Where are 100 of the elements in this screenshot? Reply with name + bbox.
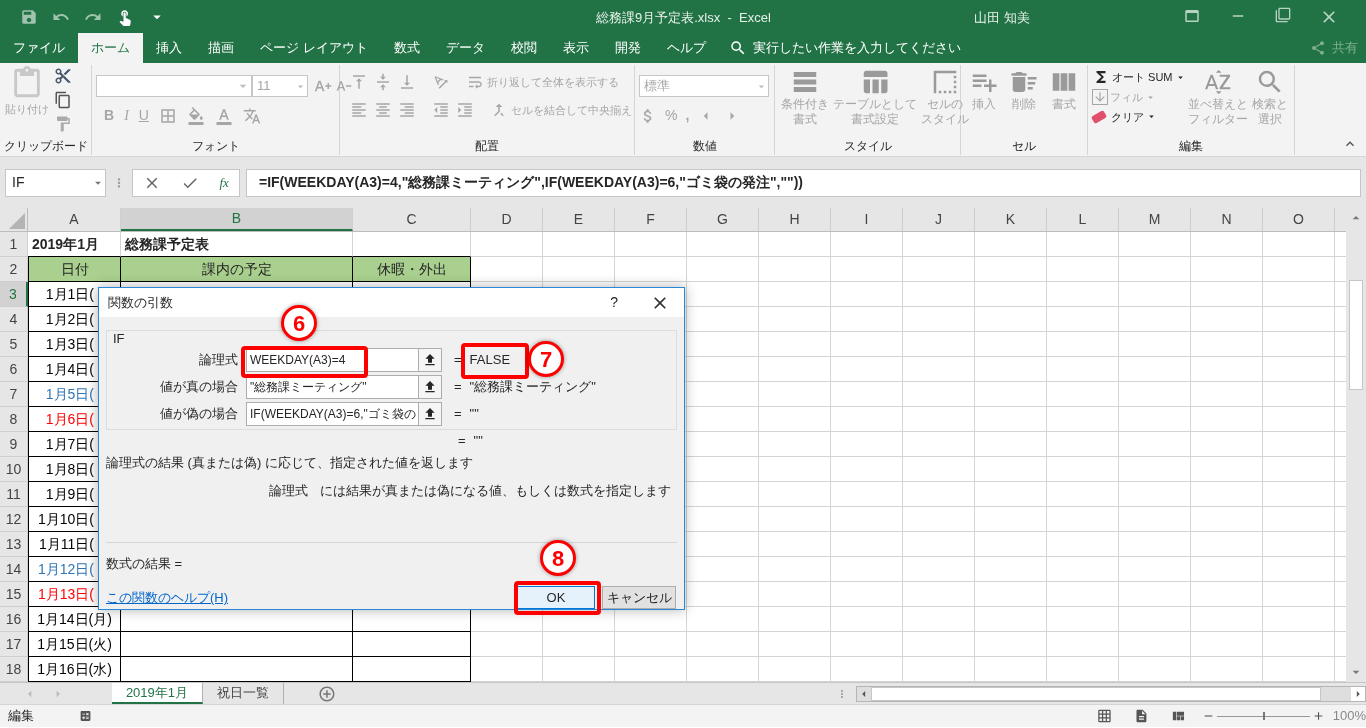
row-header[interactable]: 7: [0, 382, 28, 407]
column-header[interactable]: J: [903, 208, 975, 231]
name-box[interactable]: IF: [5, 168, 106, 197]
ribbon-tab[interactable]: ホーム: [78, 33, 143, 63]
row-header[interactable]: 1: [0, 232, 28, 257]
ribbon-tab[interactable]: 表示: [549, 33, 602, 63]
column-header[interactable]: E: [543, 208, 615, 231]
align-left-icon[interactable]: [350, 101, 368, 119]
row-header[interactable]: 15: [0, 582, 28, 607]
sheet-tab[interactable]: 祝日一覧: [203, 683, 285, 704]
collapse-button[interactable]: [419, 401, 442, 426]
column-header[interactable]: G: [687, 208, 759, 231]
zoom-thumb[interactable]: [1263, 712, 1266, 720]
column-header[interactable]: O: [1263, 208, 1335, 231]
empty-cell: [1119, 307, 1191, 332]
align-center-icon[interactable]: [374, 101, 392, 119]
column-header[interactable]: D: [471, 208, 543, 231]
align-top-icon[interactable]: [350, 73, 368, 91]
shrink-font-icon[interactable]: [336, 78, 352, 94]
collapse-button[interactable]: [419, 347, 442, 372]
column-header[interactable]: F: [615, 208, 687, 231]
empty-cell: [687, 457, 759, 482]
empty-cell: [687, 607, 759, 632]
row-header[interactable]: 8: [0, 407, 28, 432]
row-header[interactable]: 14: [0, 557, 28, 582]
ribbon-options-icon[interactable]: [1183, 7, 1201, 25]
scroll-thumb[interactable]: [1349, 280, 1363, 390]
orientation-icon[interactable]: [432, 73, 450, 91]
row-header[interactable]: 13: [0, 532, 28, 557]
font-name-field[interactable]: [96, 75, 252, 97]
scissors-icon[interactable]: [54, 67, 72, 85]
argument-field[interactable]: IF(WEEKDAY(A3)=6,"ゴミ袋の: [246, 401, 419, 426]
column-header[interactable]: M: [1119, 208, 1191, 231]
formula-field[interactable]: =IF(WEEKDAY(A3)=4,"総務課ミーティング",IF(WEEKDAY(A3)=6,"ゴミ袋の発注","")): [246, 168, 1361, 197]
empty-cell: [759, 382, 831, 407]
ribbon-tab[interactable]: ヘルプ: [653, 33, 719, 63]
scroll-right-icon[interactable]: [1351, 686, 1365, 701]
dialog-button[interactable]: キャンセル: [602, 586, 676, 609]
empty-cell: [1263, 432, 1335, 457]
ribbon-tab[interactable]: ファイル: [0, 33, 78, 63]
page-layout-icon[interactable]: [1133, 708, 1149, 724]
tell-me-field[interactable]: 実行したい作業を入力してください: [728, 33, 961, 63]
brush-icon[interactable]: [54, 115, 72, 133]
row-header[interactable]: 10: [0, 457, 28, 482]
font-color-icon[interactable]: [214, 106, 233, 125]
row-header[interactable]: 2: [0, 257, 28, 282]
ribbon-tab[interactable]: 数式: [380, 33, 433, 63]
indent-decrease-icon[interactable]: [432, 101, 450, 119]
insert-function-button[interactable]: fx: [219, 172, 229, 193]
clear-button[interactable]: クリア: [1092, 108, 1186, 125]
row-header[interactable]: 18: [0, 657, 28, 682]
scroll-thumb[interactable]: [870, 686, 1321, 701]
ribbon-tab[interactable]: 開発: [601, 33, 654, 63]
help-button[interactable]: ?: [610, 292, 618, 313]
column-header[interactable]: I: [831, 208, 903, 231]
dialog-button[interactable]: OK: [517, 586, 595, 609]
row-header[interactable]: 17: [0, 632, 28, 657]
align-bottom-icon[interactable]: [398, 73, 416, 91]
empty-cell: [1263, 232, 1335, 257]
row-header[interactable]: 11: [0, 482, 28, 507]
row-header[interactable]: 9: [0, 432, 28, 457]
column-header[interactable]: B: [121, 208, 353, 231]
row-header[interactable]: 6: [0, 357, 28, 382]
phonetic-icon[interactable]: [242, 106, 261, 125]
help-link[interactable]: この関数のヘルプ(H): [106, 587, 229, 608]
save-icon[interactable]: [20, 7, 38, 26]
ribbon-tab[interactable]: 描画: [195, 33, 247, 63]
normal-view-icon[interactable]: [1097, 708, 1112, 724]
row-header[interactable]: 16: [0, 607, 28, 632]
sheet-tab[interactable]: 2019年1月: [111, 683, 204, 704]
align-right-icon[interactable]: [398, 101, 416, 119]
macro-icon[interactable]: [79, 709, 93, 723]
horizontal-scrollbar[interactable]: [855, 685, 1366, 702]
vertical-scrollbar[interactable]: [1346, 208, 1366, 682]
restore-icon[interactable]: [1275, 7, 1291, 23]
empty-cell: [1191, 232, 1263, 257]
indent-increase-icon[interactable]: [456, 101, 474, 119]
ribbon-tab[interactable]: ページ レイアウト: [247, 33, 381, 63]
ribbon-tab[interactable]: 挿入: [143, 33, 195, 63]
copy-icon[interactable]: [54, 91, 72, 109]
column-header[interactable]: N: [1191, 208, 1263, 231]
add-sheet-icon[interactable]: [318, 684, 336, 703]
row-header[interactable]: 3: [0, 282, 28, 307]
column-header[interactable]: L: [1047, 208, 1119, 231]
row-header[interactable]: 5: [0, 332, 28, 357]
zoom-slider[interactable]: [1216, 711, 1310, 721]
row-header[interactable]: 4: [0, 307, 28, 332]
fill-color-icon[interactable]: [186, 106, 205, 125]
ribbon-tab[interactable]: 校閲: [497, 33, 550, 63]
align-middle-icon[interactable]: [374, 73, 392, 91]
column-header[interactable]: H: [759, 208, 831, 231]
column-header[interactable]: K: [975, 208, 1047, 231]
row-header[interactable]: 12: [0, 507, 28, 532]
empty-cell: [903, 232, 975, 257]
collapse-button[interactable]: [419, 374, 442, 399]
select-all-icon[interactable]: [9, 213, 25, 229]
autosum-button[interactable]: オート SUM: [1092, 68, 1186, 86]
borders-icon[interactable]: [158, 106, 177, 125]
ribbon-tab[interactable]: データ: [432, 33, 498, 63]
column-header[interactable]: C: [353, 208, 471, 231]
